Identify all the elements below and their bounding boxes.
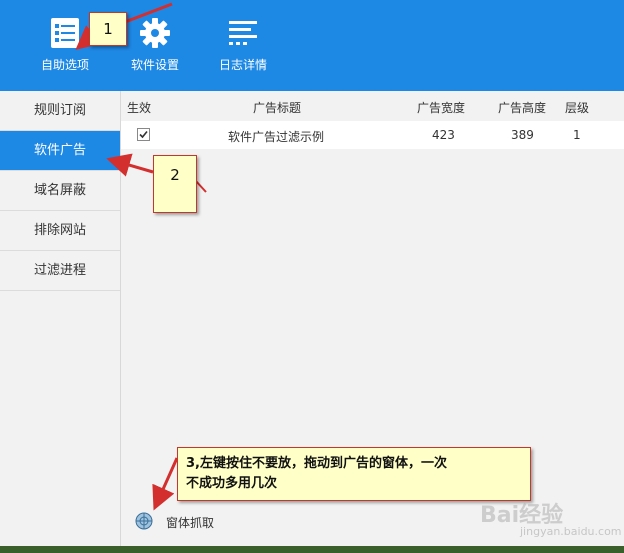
callout-2: 2 bbox=[153, 155, 197, 213]
callout-1: 1 bbox=[89, 12, 127, 46]
arrow-2 bbox=[106, 153, 154, 177]
callout-3-line2: 不成功多用几次 bbox=[186, 476, 278, 491]
arrow-3 bbox=[152, 457, 179, 511]
desktop-background-strip bbox=[0, 546, 624, 553]
callout-3-line1: 3,左键按住不要放，拖动到广告的窗体，一次 bbox=[186, 456, 447, 471]
watermark-url: jingyan.baidu.com bbox=[520, 525, 622, 538]
arrow-1-tail bbox=[124, 2, 173, 24]
baidu-watermark: Bai经验 jingyan.baidu.com bbox=[480, 497, 622, 538]
callout-3: 3,左键按住不要放，拖动到广告的窗体，一次 不成功多用几次 bbox=[177, 447, 531, 501]
